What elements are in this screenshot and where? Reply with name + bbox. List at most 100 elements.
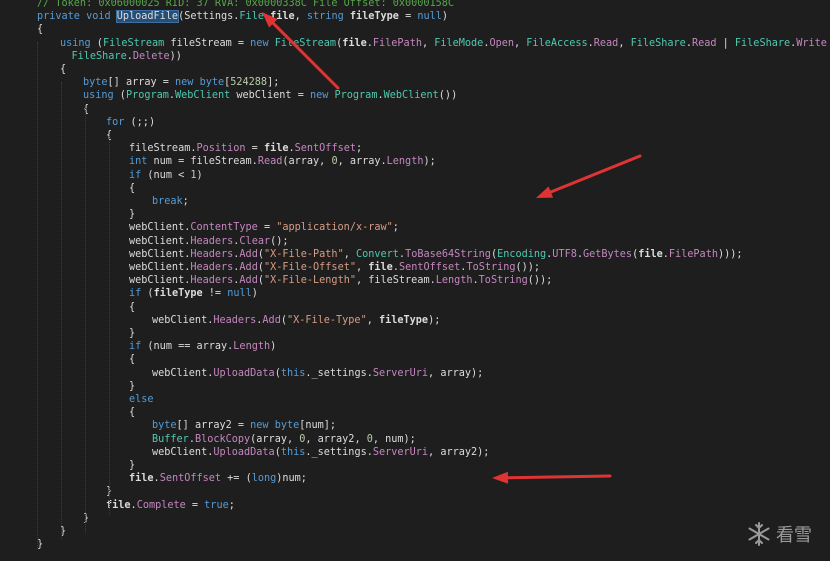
code-token: num = fileStream. [147, 156, 258, 168]
code-token: "X-File-Type" [286, 314, 367, 326]
code-line[interactable]: } [0, 208, 830, 222]
code-token: Write [796, 37, 827, 49]
code-line[interactable]: { [0, 353, 830, 367]
code-token: Complete [136, 499, 186, 511]
code-line[interactable]: webClient.UploadData(this._settings.Serv… [0, 446, 830, 460]
code-token: break [152, 196, 183, 207]
code-token: Headers [190, 262, 234, 273]
code-token: SentOffset [398, 262, 461, 273]
code-token: FilePath [372, 37, 422, 49]
code-line[interactable]: webClient.Headers.Add("X-File-Type", fil… [0, 314, 830, 328]
code-line[interactable]: { [0, 103, 830, 117]
code-line[interactable]: file.Complete = true; [0, 499, 830, 513]
code-token: byte [152, 420, 177, 432]
code-token: if [129, 288, 142, 300]
code-token: ()) [438, 90, 458, 102]
code-line[interactable]: int num = fileStream.Read(array, 0, arra… [0, 155, 830, 169]
code-line[interactable]: } [0, 525, 830, 539]
code-token: fileType [343, 11, 399, 23]
code-line[interactable]: } [0, 327, 830, 341]
code-line[interactable]: byte[] array2 = new byte[num]; [0, 419, 830, 433]
code-token: , [514, 37, 527, 49]
code-line[interactable]: fileStream.Position = file.SentOffset; [0, 142, 830, 156]
code-token: Buffer [152, 433, 189, 445]
code-token: Program [125, 90, 169, 102]
code-line[interactable]: } [0, 512, 830, 526]
code-token: ; [392, 222, 399, 234]
code-token: } [129, 380, 136, 392]
code-token: using [60, 37, 91, 49]
code-token: ( [90, 37, 103, 49]
code-line[interactable]: Buffer.BlockCopy(array, 0, array2, 0, nu… [0, 433, 830, 447]
code-token: if [129, 341, 142, 353]
code-line[interactable]: webClient.ContentType = "application/x-r… [0, 221, 830, 235]
indent-guide [109, 136, 110, 515]
code-token: 524288 [230, 77, 268, 89]
code-token: fileStream. [129, 143, 197, 155]
code-token: true [204, 499, 229, 511]
code-token: webClient. [152, 446, 214, 458]
code-line[interactable]: } [0, 380, 830, 394]
code-line[interactable]: if (num < 1) [0, 169, 830, 183]
code-line[interactable]: using (Program.WebClient webClient = new… [0, 89, 830, 103]
code-token: , [366, 314, 379, 326]
code-token: FileAccess [526, 37, 588, 49]
code-line[interactable]: { [0, 129, 830, 143]
code-token: ) [196, 169, 203, 181]
code-line[interactable]: for (;;) [0, 116, 830, 130]
indent-guide [37, 42, 38, 548]
code-line[interactable]: webClient.Headers.Add("X-File-Length", f… [0, 274, 830, 288]
code-token: byte [199, 77, 225, 89]
code-line[interactable]: file.SentOffset += (long)num; [0, 472, 830, 486]
code-line[interactable]: { [0, 301, 830, 315]
code-token: Delete [132, 50, 170, 62]
code-token: ) [441, 11, 449, 23]
code-token: ()); [515, 262, 541, 273]
code-token: { [129, 301, 136, 313]
code-token: { [129, 182, 136, 194]
code-token: ._settings. [305, 446, 373, 458]
code-line[interactable]: webClient.Headers.Add("X-File-Path", Con… [0, 248, 830, 262]
code-token: new [309, 90, 329, 102]
indent-guide [85, 108, 86, 533]
code-token: new [250, 37, 269, 49]
code-token: else [129, 394, 154, 405]
code-token: != [202, 288, 228, 300]
code-line[interactable]: { [0, 406, 830, 420]
code-line[interactable]: private void UploadFile(Settings.File fi… [0, 10, 830, 24]
code-token: fileType [378, 314, 429, 326]
code-line[interactable]: { [0, 23, 830, 37]
code-token: } [129, 209, 136, 221]
code-editor[interactable]: // Token: 0x06000025 RID: 37 RVA: 0x0000… [0, 0, 830, 561]
code-token: file [263, 11, 295, 23]
code-token: = [398, 11, 418, 23]
code-line[interactable]: using (FileStream fileStream = new FileS… [0, 37, 830, 51]
code-token: Headers [190, 248, 234, 260]
code-token: webClient. [129, 235, 191, 247]
code-token: (;;) [124, 116, 156, 128]
code-line[interactable]: { [0, 63, 830, 77]
code-line[interactable]: webClient.Headers.Add("X-File-Offset", f… [0, 261, 830, 275]
code-token: { [129, 354, 136, 366]
code-line[interactable]: FileShare.Delete)) [0, 50, 830, 64]
code-token: null [227, 288, 252, 300]
code-line[interactable]: if (num == array.Length) [0, 340, 830, 354]
code-line[interactable]: if (fileType != null) [0, 287, 830, 301]
code-line[interactable]: byte[] array = new byte[524288]; [0, 76, 830, 90]
code-token: "X-File-Offset" [263, 262, 356, 273]
code-line[interactable]: } [0, 538, 830, 552]
code-token: file [263, 143, 289, 155]
code-token: FilePath [668, 248, 718, 260]
code-token: , array); [428, 367, 484, 379]
code-line[interactable]: } [0, 485, 830, 499]
code-line[interactable]: else [0, 393, 830, 407]
code-token: SentOffset [294, 143, 356, 155]
watermark-text: 看雪 [776, 525, 812, 546]
code-token: ); [428, 314, 441, 326]
code-line[interactable]: { [0, 182, 830, 196]
code-line[interactable]: webClient.UploadData(this._settings.Serv… [0, 367, 830, 381]
code-line[interactable]: } [0, 459, 830, 473]
code-line[interactable]: webClient.Headers.Clear(); [0, 235, 830, 249]
code-line[interactable]: break; [0, 195, 830, 209]
code-token: webClient. [129, 222, 191, 234]
